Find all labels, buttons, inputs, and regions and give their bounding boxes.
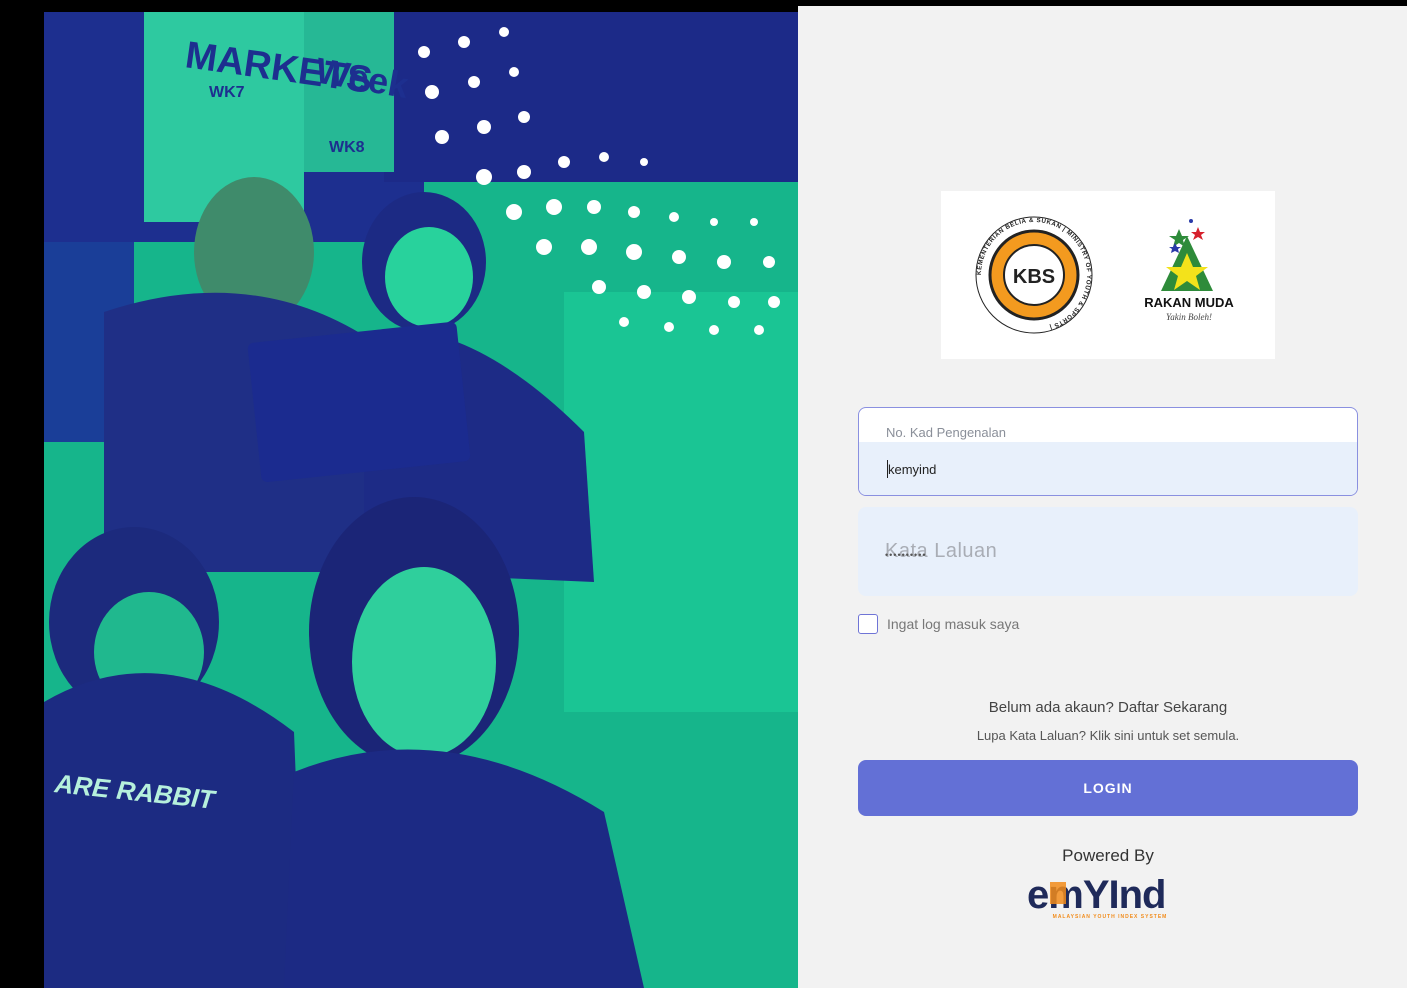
hero-tag-wk7: WK7 <box>209 84 245 101</box>
person-4-face <box>352 567 496 757</box>
person-3-body <box>44 673 304 988</box>
remember-me-label: Ingat log masuk saya <box>887 616 1020 632</box>
emyind-tagline: MALAYSIAN YOUTH INDEX SYSTEM <box>1053 914 1168 920</box>
ic-number-input[interactable]: kemyind <box>888 462 936 477</box>
remember-me[interactable]: Ingat log masuk saya <box>858 614 1019 634</box>
hero-tag-wk8: WK8 <box>329 139 365 156</box>
rakan-muda-text: RAKAN MUDA <box>1144 295 1234 310</box>
ic-number-label: No. Kad Pengenalan <box>886 425 1006 440</box>
login-panel: KBS KEMENTERIAN BELIA & SUKAN | MINISTRY… <box>798 6 1407 988</box>
hero-illustration: MARKETS Week WK7 WK8 ARE RABBIT <box>44 12 798 988</box>
password-input[interactable]: •••••••••• <box>885 550 927 560</box>
laptop <box>247 322 471 482</box>
password-field[interactable]: Kata Laluan •••••••••• <box>858 507 1358 596</box>
rakan-muda-tagline: Yakin Boleh! <box>1166 312 1212 322</box>
emyind-logo-text: emYInd <box>1027 873 1165 917</box>
ic-number-field[interactable]: No. Kad Pengenalan kemyind <box>858 407 1358 496</box>
emyind-logo: emYInd MALAYSIAN YOUTH INDEX SYSTEM <box>1025 870 1195 920</box>
powered-by-label: Powered By <box>1062 846 1154 865</box>
kbs-logo-text: KBS <box>1013 266 1055 288</box>
register-link[interactable]: Belum ada akaun? Daftar Sekarang <box>858 699 1358 716</box>
remember-me-checkbox[interactable] <box>858 614 878 634</box>
window-left-border <box>0 0 44 988</box>
rakan-muda-logo: RAKAN MUDA Yakin Boleh! <box>1144 219 1234 322</box>
forgot-password-link[interactable]: Lupa Kata Laluan? Klik sini untuk set se… <box>858 728 1358 743</box>
hero-image: MARKETS Week WK7 WK8 ARE RABBIT <box>44 12 798 988</box>
partner-logos: KBS KEMENTERIAN BELIA & SUKAN | MINISTRY… <box>941 191 1275 359</box>
login-button[interactable]: LOGIN <box>858 760 1358 816</box>
kbs-logo: KBS KEMENTERIAN BELIA & SUKAN | MINISTRY… <box>975 216 1093 334</box>
